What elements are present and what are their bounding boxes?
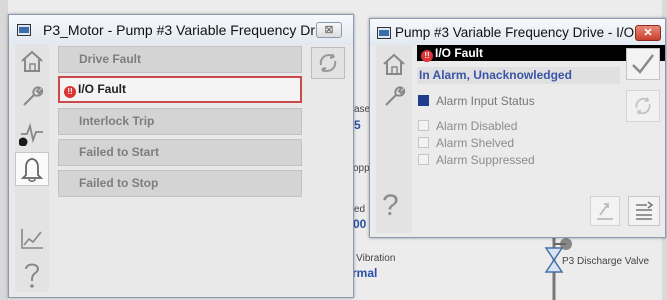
sidebar-trend[interactable] (15, 116, 49, 150)
chart-icon (21, 229, 43, 249)
alarm-help-button[interactable]: ? (382, 189, 399, 223)
alarm-input-status-label: Alarm Input Status (436, 94, 535, 108)
sidebar-maintenance[interactable] (15, 80, 49, 114)
alarm-titlebar[interactable]: Pump #3 Variable Frequency Drive - I/O F… (370, 19, 665, 46)
bg-vibration-status: rmal (352, 266, 378, 280)
refresh-icon (319, 53, 337, 73)
sidebar-chart[interactable] (15, 222, 49, 256)
alarm-suppressed-checkbox[interactable] (418, 154, 429, 165)
alarm-shelved-label: Alarm Shelved (436, 136, 515, 150)
fault-io-fault-button[interactable]: !! I/O Fault (58, 76, 302, 103)
alarm-header-label: I/O Fault (435, 46, 483, 60)
valve-label: P3 Discharge Valve (562, 256, 650, 267)
alarm-state-text: In Alarm, Unacknowledged (417, 67, 620, 84)
alarm-window-title: Pump #3 Variable Frequency Drive - I/O F… (395, 25, 656, 40)
suppress-icon (636, 201, 654, 220)
bg-label-ed: ed (354, 204, 366, 215)
faceplate-reset-button[interactable] (311, 47, 345, 79)
alarm-close-button[interactable]: ✕ (635, 25, 661, 41)
home-icon (21, 50, 43, 72)
alarm-suppressed-row[interactable]: Alarm Suppressed (418, 153, 535, 167)
faceplate-close-button[interactable]: ⊠ (316, 22, 342, 38)
faceplate-sidebar (15, 44, 49, 292)
alarm-sidebar-home[interactable] (377, 47, 411, 81)
alarm-input-status-row: Alarm Input Status (418, 94, 535, 108)
bg-label-ase: ase (354, 104, 371, 115)
bg-value-00: 00 (353, 217, 367, 231)
sidebar-home[interactable] (15, 44, 49, 78)
shelve-button[interactable] (590, 196, 620, 226)
alarm-sidebar-maintenance[interactable] (377, 80, 411, 114)
shelve-icon (597, 203, 613, 220)
alarm-reset-button[interactable] (626, 90, 660, 122)
alarm-sidebar: ? (376, 45, 412, 233)
sidebar-alarms[interactable] (15, 152, 49, 186)
trend-pulse-icon (19, 122, 43, 146)
alarm-disabled-label: Alarm Disabled (436, 119, 518, 133)
sidebar-help[interactable] (15, 258, 49, 292)
wrench-icon (385, 86, 406, 106)
bg-left-strip (0, 0, 8, 300)
alarm-header-indicator-icon: !! (421, 50, 433, 62)
fault-failed-to-stop-button[interactable]: Failed to Stop (58, 170, 302, 197)
alarm-indicator-icon: !! (64, 86, 76, 98)
wrench-icon (23, 86, 44, 106)
home-icon (383, 53, 405, 75)
refresh-icon (635, 97, 651, 115)
bg-value-5: 5 (354, 118, 361, 132)
fault-failed-to-start-button[interactable]: Failed to Start (58, 139, 302, 166)
checkmark-icon (632, 54, 654, 74)
faceplate-title: P3_Motor - Pump #3 Variable Frequency Dr… (43, 22, 333, 38)
faceplate-titlebar[interactable]: P3_Motor - Pump #3 Variable Frequency Dr… (9, 15, 353, 45)
bg-label-opp: opp (353, 163, 370, 174)
valve-symbol[interactable] (538, 236, 578, 300)
alarm-suppressed-label: Alarm Suppressed (436, 153, 535, 167)
acknowledge-button[interactable] (626, 48, 660, 80)
alarm-shelved-row[interactable]: Alarm Shelved (418, 136, 514, 150)
fault-interlock-trip-button[interactable]: Interlock Trip (58, 108, 302, 135)
alarm-shelved-checkbox[interactable] (418, 137, 429, 148)
bg-vibration-label: r Vibration (350, 253, 396, 264)
alarm-disabled-checkbox[interactable] (418, 120, 429, 131)
fault-io-fault-label: I/O Fault (78, 82, 126, 96)
faceplate-app-icon (17, 24, 31, 36)
alarm-input-status-indicator (418, 95, 429, 106)
bell-icon (20, 158, 44, 182)
help-icon (25, 263, 40, 288)
suppress-button[interactable] (628, 196, 660, 226)
fault-drive-fault-button[interactable]: Drive Fault (58, 46, 302, 73)
alarm-app-icon (377, 27, 391, 39)
alarm-disabled-row[interactable]: Alarm Disabled (418, 119, 517, 133)
